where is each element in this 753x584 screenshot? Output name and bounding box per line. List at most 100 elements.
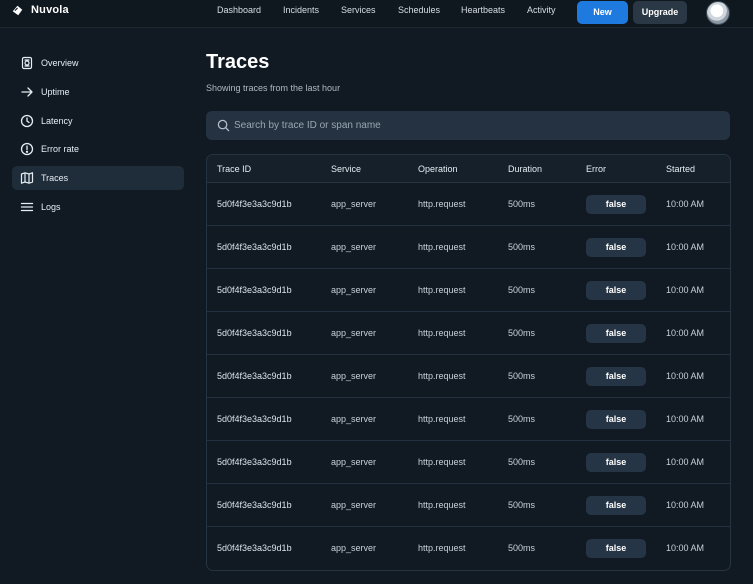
service-cell: app_server xyxy=(331,199,377,209)
nav-link-schedules[interactable]: Schedules xyxy=(398,3,440,17)
sidebar-item-overview[interactable]: Overview xyxy=(12,51,184,75)
trace-id-cell: 5d0f4f3e3a3c9d1b xyxy=(217,457,292,467)
table-row[interactable]: 5d0f4f3e3a3c9d1b app_server http.request… xyxy=(207,269,730,312)
operation-cell: http.request xyxy=(418,414,466,424)
column-header-trace-id[interactable]: Trace ID xyxy=(217,155,251,183)
sidebar-item-logs[interactable]: Logs xyxy=(12,195,184,219)
alert-circle-icon xyxy=(20,142,34,156)
top-navigation-bar: Nuvola Dashboard Incidents Services Sche… xyxy=(0,0,753,28)
service-cell: app_server xyxy=(331,242,377,252)
service-cell: app_server xyxy=(331,500,377,510)
table-row[interactable]: 5d0f4f3e3a3c9d1b app_server http.request… xyxy=(207,398,730,441)
trace-id-cell: 5d0f4f3e3a3c9d1b xyxy=(217,543,292,553)
operation-cell: http.request xyxy=(418,457,466,467)
trace-id-cell: 5d0f4f3e3a3c9d1b xyxy=(217,500,292,510)
service-cell: app_server xyxy=(331,543,377,553)
table-header: Trace ID Service Operation Duration Erro… xyxy=(207,155,730,183)
duration-cell: 500ms xyxy=(508,414,536,424)
sidebar-item-label: Latency xyxy=(41,116,73,126)
sidebar-item-label: Error rate xyxy=(41,144,80,154)
error-badge: false xyxy=(586,539,646,558)
table-row[interactable]: 5d0f4f3e3a3c9d1b app_server http.request… xyxy=(207,226,730,269)
search-icon xyxy=(217,119,230,132)
column-header-service[interactable]: Service xyxy=(331,155,361,183)
duration-cell: 500ms xyxy=(508,285,536,295)
nav-link-activity[interactable]: Activity xyxy=(527,3,556,17)
map-icon xyxy=(20,171,34,185)
new-button[interactable]: New xyxy=(577,1,628,24)
service-cell: app_server xyxy=(331,371,377,381)
operation-cell: http.request xyxy=(418,242,466,252)
nav-link-incidents[interactable]: Incidents xyxy=(283,3,319,17)
duration-cell: 500ms xyxy=(508,242,536,252)
sidebar-item-uptime[interactable]: Uptime xyxy=(12,80,184,104)
column-header-duration[interactable]: Duration xyxy=(508,155,542,183)
sidebar-item-label: Overview xyxy=(41,58,79,68)
avatar[interactable] xyxy=(706,1,730,25)
error-badge: false xyxy=(586,496,646,515)
error-badge: false xyxy=(586,453,646,472)
started-cell: 10:00 AM xyxy=(666,500,705,510)
started-cell: 10:00 AM xyxy=(666,242,705,252)
column-header-operation[interactable]: Operation xyxy=(418,155,458,183)
duration-cell: 500ms xyxy=(508,500,536,510)
operation-cell: http.request xyxy=(418,199,466,209)
column-header-started[interactable]: Started xyxy=(666,155,695,183)
column-header-error[interactable]: Error xyxy=(586,155,606,183)
started-cell: 10:00 AM xyxy=(666,543,705,553)
service-cell: app_server xyxy=(331,285,377,295)
duration-cell: 500ms xyxy=(508,371,536,381)
traces-table: Trace ID Service Operation Duration Erro… xyxy=(206,154,731,571)
table-row[interactable]: 5d0f4f3e3a3c9d1b app_server http.request… xyxy=(207,441,730,484)
error-badge: false xyxy=(586,410,646,429)
arrow-right-icon xyxy=(20,85,34,99)
menu-icon xyxy=(20,200,34,214)
brand-name: Nuvola xyxy=(31,4,69,16)
service-cell: app_server xyxy=(331,414,377,424)
nav-link-dashboard[interactable]: Dashboard xyxy=(217,3,261,17)
duration-cell: 500ms xyxy=(508,457,536,467)
trace-id-cell: 5d0f4f3e3a3c9d1b xyxy=(217,371,292,381)
sidebar-item-traces[interactable]: Traces xyxy=(12,166,184,190)
error-badge: false xyxy=(586,238,646,257)
table-row[interactable]: 5d0f4f3e3a3c9d1b app_server http.request… xyxy=(207,312,730,355)
service-cell: app_server xyxy=(331,457,377,467)
search-input[interactable] xyxy=(234,111,714,140)
page-title: Traces xyxy=(206,51,270,73)
service-cell: app_server xyxy=(331,328,377,338)
duration-cell: 500ms xyxy=(508,199,536,209)
search-bar xyxy=(206,111,730,140)
sidebar-item-label: Logs xyxy=(41,202,61,212)
table-row[interactable]: 5d0f4f3e3a3c9d1b app_server http.request… xyxy=(207,183,730,226)
error-badge: false xyxy=(586,281,646,300)
brand[interactable]: Nuvola xyxy=(12,3,69,17)
operation-cell: http.request xyxy=(418,328,466,338)
trace-id-cell: 5d0f4f3e3a3c9d1b xyxy=(217,242,292,252)
trace-id-cell: 5d0f4f3e3a3c9d1b xyxy=(217,414,292,424)
trace-id-cell: 5d0f4f3e3a3c9d1b xyxy=(217,328,292,338)
operation-cell: http.request xyxy=(418,371,466,381)
trace-id-cell: 5d0f4f3e3a3c9d1b xyxy=(217,199,292,209)
duration-cell: 500ms xyxy=(508,328,536,338)
started-cell: 10:00 AM xyxy=(666,371,705,381)
table-row[interactable]: 5d0f4f3e3a3c9d1b app_server http.request… xyxy=(207,527,730,570)
started-cell: 10:00 AM xyxy=(666,199,705,209)
nav-link-services[interactable]: Services xyxy=(341,3,376,17)
table-row[interactable]: 5d0f4f3e3a3c9d1b app_server http.request… xyxy=(207,484,730,527)
table-row[interactable]: 5d0f4f3e3a3c9d1b app_server http.request… xyxy=(207,355,730,398)
trace-id-cell: 5d0f4f3e3a3c9d1b xyxy=(217,285,292,295)
error-badge: false xyxy=(586,367,646,386)
operation-cell: http.request xyxy=(418,543,466,553)
error-badge: false xyxy=(586,195,646,214)
started-cell: 10:00 AM xyxy=(666,328,705,338)
page-subtitle: Showing traces from the last hour xyxy=(206,83,341,93)
started-cell: 10:00 AM xyxy=(666,457,705,467)
sidebar-item-error-rate[interactable]: Error rate xyxy=(12,137,184,161)
nav-link-heartbeats[interactable]: Heartbeats xyxy=(461,3,505,17)
operation-cell: http.request xyxy=(418,500,466,510)
sidebar-item-latency[interactable]: Latency xyxy=(12,109,184,133)
upgrade-button[interactable]: Upgrade xyxy=(633,1,687,24)
clock-icon xyxy=(20,114,34,128)
overview-icon xyxy=(20,56,34,70)
duration-cell: 500ms xyxy=(508,543,536,553)
